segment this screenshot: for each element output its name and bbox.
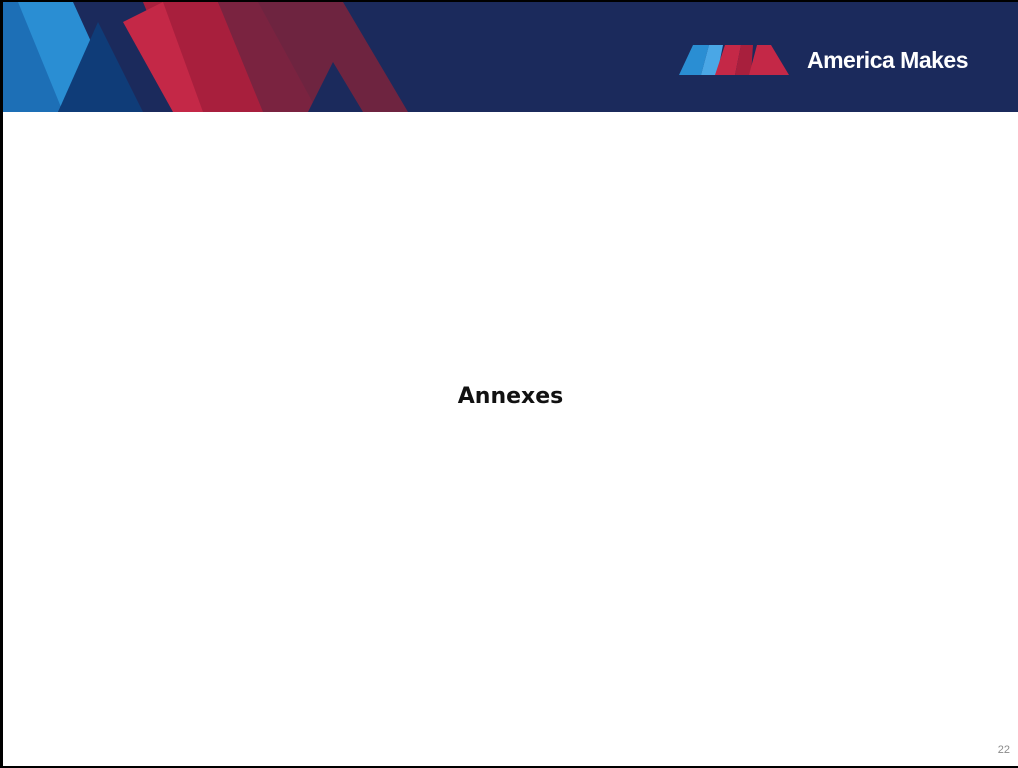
header-banner: America Makes	[3, 2, 1018, 112]
logo-text: America Makes	[807, 47, 969, 73]
decorative-stripes	[3, 2, 408, 112]
slide-title: Annexes	[457, 384, 564, 409]
america-makes-logo: America Makes	[679, 45, 969, 75]
america-makes-logo-mark-icon	[679, 45, 789, 75]
slide: America Makes Annexes 22	[0, 0, 1018, 768]
page-number: 22	[997, 744, 1010, 756]
